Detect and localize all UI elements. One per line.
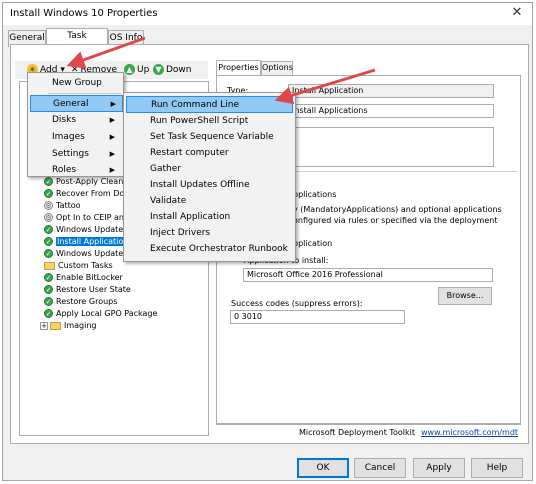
annotation-arrow-run-command [274, 68, 376, 104]
annotation-arrow-add [66, 36, 146, 69]
annotation-arrows [66, 36, 376, 104]
